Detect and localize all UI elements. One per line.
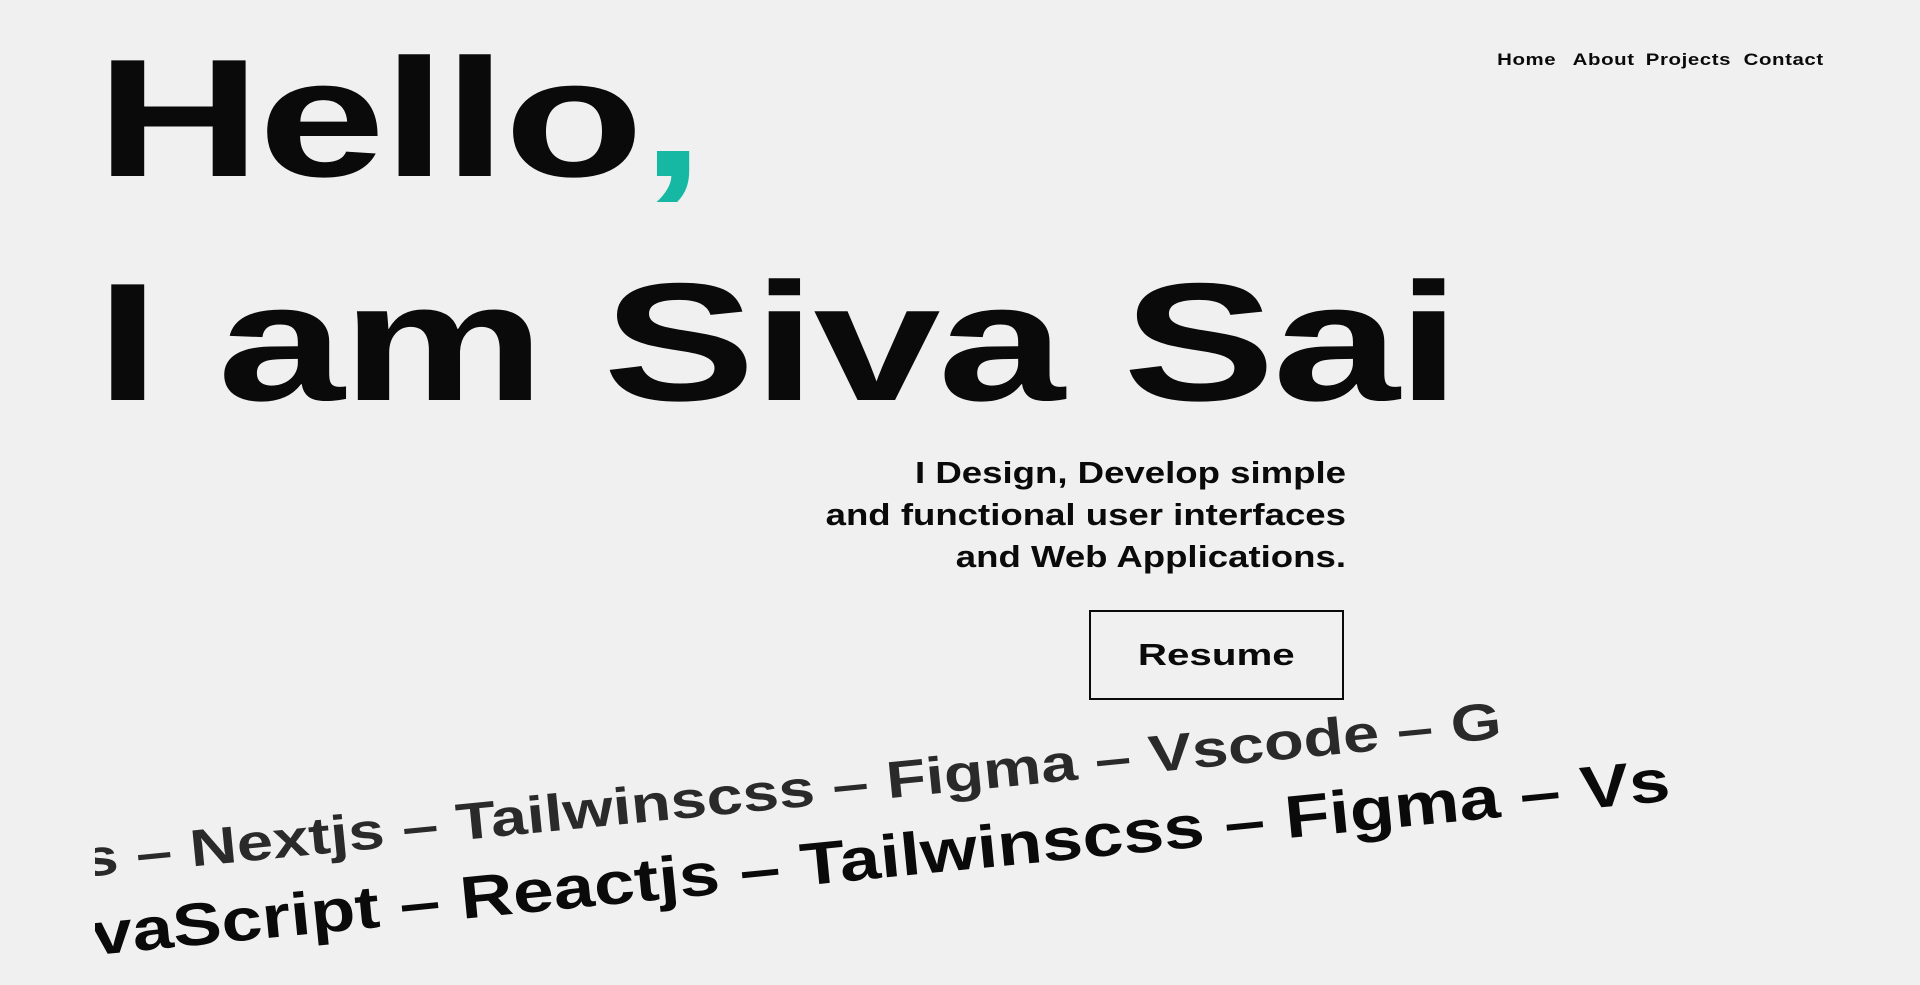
tagline: I Design, Develop simple and functional … bbox=[826, 452, 1346, 578]
nav-about[interactable]: About bbox=[1572, 50, 1634, 70]
greeting-text: Hello bbox=[96, 24, 644, 212]
hero-greeting: Hello, bbox=[96, 34, 704, 202]
nav-projects[interactable]: Projects bbox=[1646, 50, 1731, 70]
nav-home[interactable]: Home bbox=[1497, 50, 1556, 70]
tagline-line: and Web Applications. bbox=[955, 539, 1346, 574]
nav-contact[interactable]: Contact bbox=[1744, 50, 1824, 70]
tagline-line: and functional user interfaces bbox=[825, 497, 1346, 532]
resume-label: Resume bbox=[1138, 637, 1295, 672]
resume-button[interactable]: Resume bbox=[1089, 610, 1344, 700]
accent-comma: , bbox=[640, 24, 704, 212]
tagline-line: I Design, Develop simple bbox=[915, 455, 1346, 490]
main-nav: Home About Projects Contact bbox=[1497, 50, 1824, 70]
skills-marquee: s – Nextjs – Tailwinscss – Figma – Vscod… bbox=[95, 700, 1824, 985]
hero-name: I am Siva Sai bbox=[96, 248, 1460, 436]
